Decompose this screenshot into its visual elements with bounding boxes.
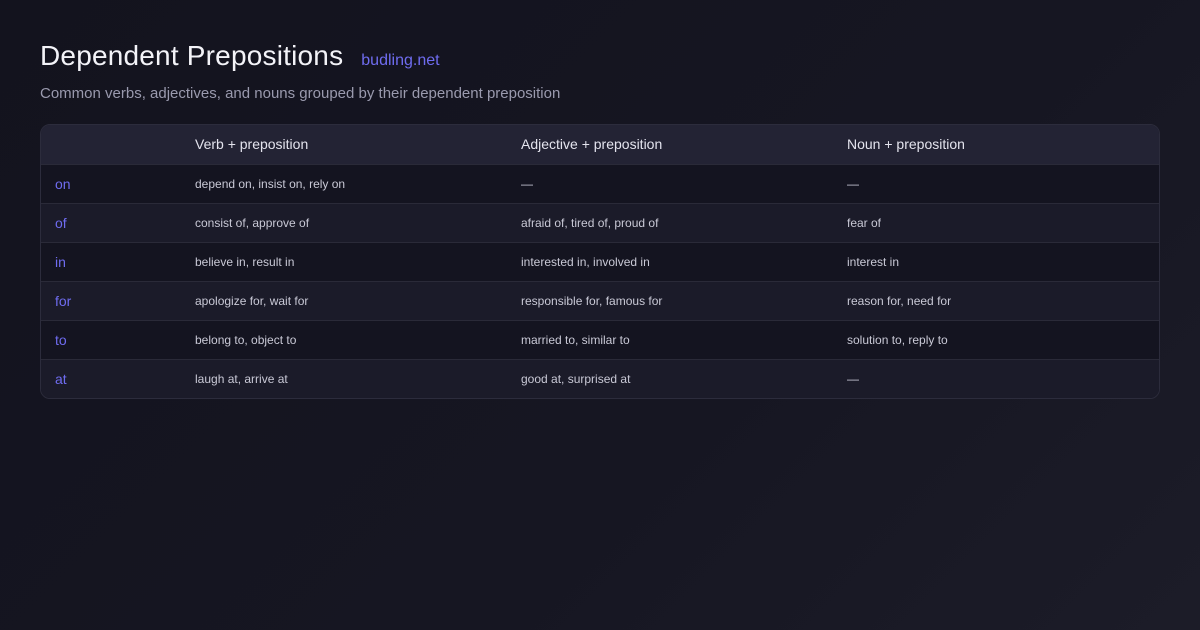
column-header-verb: Verb + preposition bbox=[195, 136, 309, 153]
column-header-adjective: Adjective + preposition bbox=[521, 136, 663, 153]
preposition-cell: for bbox=[55, 292, 72, 309]
adjective-cell: good at, surprised at bbox=[521, 371, 631, 386]
noun-cell: — bbox=[847, 371, 859, 386]
adjective-cell: responsible for, famous for bbox=[521, 293, 663, 308]
table-row: in believe in, result in interested in, … bbox=[41, 242, 1159, 281]
table-row: to belong to, object to married to, simi… bbox=[41, 320, 1159, 359]
preposition-cell: to bbox=[55, 331, 67, 348]
table-row: at laugh at, arrive at good at, surprise… bbox=[41, 359, 1159, 398]
page-subtitle: Common verbs, adjectives, and nouns grou… bbox=[40, 85, 561, 102]
prepositions-table: Verb + preposition Adjective + prepositi… bbox=[41, 125, 1159, 398]
preposition-cell: on bbox=[55, 175, 71, 192]
noun-cell: — bbox=[847, 176, 859, 191]
table-row: on depend on, insist on, rely on — — bbox=[41, 164, 1159, 203]
verb-cell: belong to, object to bbox=[195, 332, 297, 347]
verb-cell: laugh at, arrive at bbox=[195, 371, 288, 386]
prepositions-table-card: Verb + preposition Adjective + prepositi… bbox=[40, 124, 1160, 399]
verb-cell: believe in, result in bbox=[195, 254, 295, 269]
verb-cell: depend on, insist on, rely on bbox=[195, 176, 346, 191]
brand-label: budling.net bbox=[361, 52, 440, 69]
table-header-row: Verb + preposition Adjective + prepositi… bbox=[41, 125, 1159, 164]
adjective-cell: interested in, involved in bbox=[521, 254, 650, 269]
page-header: Dependent Prepositions budling.net bbox=[40, 40, 440, 72]
preposition-cell: of bbox=[55, 214, 67, 231]
preposition-cell: at bbox=[55, 370, 67, 387]
verb-cell: consist of, approve of bbox=[195, 215, 310, 230]
column-header-preposition bbox=[41, 125, 181, 164]
column-header-noun: Noun + preposition bbox=[847, 136, 965, 153]
table-row: for apologize for, wait for responsible … bbox=[41, 281, 1159, 320]
adjective-cell: afraid of, tired of, proud of bbox=[521, 215, 659, 230]
verb-cell: apologize for, wait for bbox=[195, 293, 309, 308]
noun-cell: fear of bbox=[847, 215, 882, 230]
table-row: of consist of, approve of afraid of, tir… bbox=[41, 203, 1159, 242]
noun-cell: interest in bbox=[847, 254, 900, 269]
preposition-cell: in bbox=[55, 253, 66, 270]
noun-cell: reason for, need for bbox=[847, 293, 952, 308]
noun-cell: solution to, reply to bbox=[847, 332, 948, 347]
adjective-cell: — bbox=[521, 176, 533, 191]
page-title: Dependent Prepositions bbox=[40, 40, 344, 71]
adjective-cell: married to, similar to bbox=[521, 332, 630, 347]
